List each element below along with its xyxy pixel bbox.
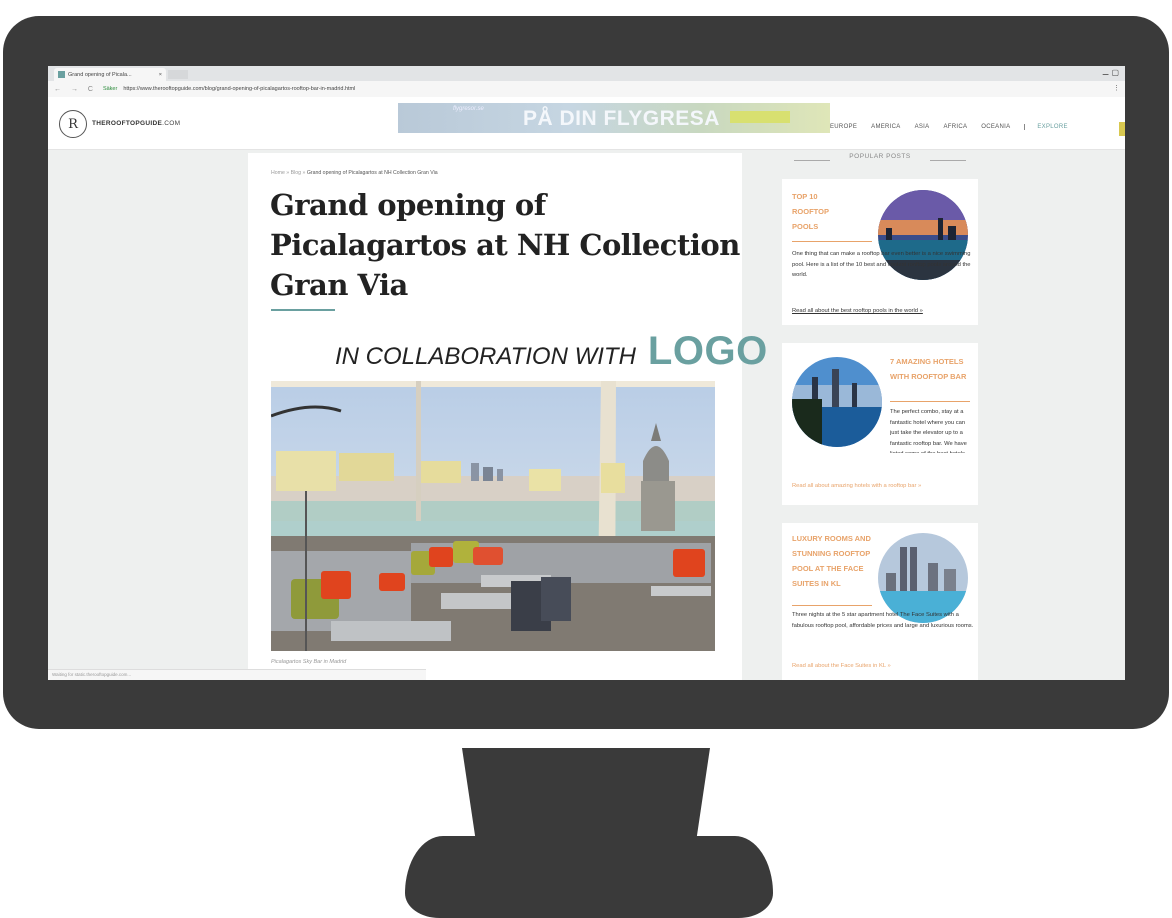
popular-post-card[interactable]: LUXURY ROOMS AND STUNNING ROOFTOP POOL A… [782, 523, 978, 680]
breadcrumb-current: Grand opening of Picalagartos at NH Coll… [306, 170, 438, 176]
rooftop-terrace-image [271, 381, 715, 651]
nav-europe[interactable]: EUROPE [830, 124, 857, 130]
popular-posts-heading: POPULAR POSTS [794, 153, 966, 167]
breadcrumb: Home » Blog » Grand opening of Picalagar… [271, 170, 438, 176]
monitor-stand-neck [462, 748, 710, 848]
nav-asia[interactable]: ASIA [915, 124, 930, 130]
ad-banner-text: PÅ DIN FLYGRESA [523, 107, 720, 130]
url-text[interactable]: https://www.therooftopguide.com/blog/gra… [123, 86, 355, 92]
ad-banner-sub: flygresor.se [453, 106, 484, 112]
ad-banner-button[interactable] [730, 111, 790, 123]
address-bar[interactable]: ← → C Säker https://www.therooftopguide.… [48, 81, 1125, 98]
post-excerpt: Three nights at the 5 star apartment hot… [792, 612, 974, 629]
browser-menu-icon[interactable]: ⋮ [1113, 84, 1120, 92]
nav-explore[interactable]: EXPLORE [1024, 124, 1068, 130]
breadcrumb-blog[interactable]: Blog [291, 170, 301, 176]
collaboration-text: IN COLLABORATION WITH [335, 343, 636, 370]
window-controls[interactable]: ⚊ ▢ [1102, 68, 1119, 77]
site-logo-text[interactable]: THEROOFTOPGUIDE.COM [92, 120, 180, 127]
post-title[interactable]: TOP 10 ROOFTOP POOLS [792, 189, 852, 234]
breadcrumb-home[interactable]: Home [271, 170, 285, 176]
post-thumbnail[interactable] [792, 357, 882, 447]
main-nav: EUROPE AMERICA ASIA AFRICA OCEANIA EXPLO… [830, 124, 1068, 130]
ad-banner[interactable]: flygresor.se PÅ DIN FLYGRESA [398, 103, 830, 133]
infinity-pool-image [792, 357, 882, 447]
post-excerpt: The perfect combo, stay at a fantastic h… [890, 409, 967, 453]
scroll-edge-tab[interactable] [1119, 122, 1125, 136]
read-more-link[interactable]: Read all about the best rooftop pools in… [792, 308, 923, 314]
photo-caption: Picalagartos Sky Bar in Madrid [271, 659, 347, 665]
nav-oceania[interactable]: OCEANIA [981, 124, 1010, 130]
site-logo-icon[interactable]: R [59, 110, 87, 138]
read-more-link[interactable]: Read all about amazing hotels with a roo… [792, 483, 921, 489]
collaboration-line: IN COLLABORATION WITH LOGO [335, 329, 775, 373]
nav-buttons[interactable]: ← → C [54, 86, 97, 93]
popular-post-card[interactable]: TOP 10 ROOFTOP POOLS One thing that can … [782, 179, 978, 325]
article-photo [271, 381, 715, 651]
nav-africa[interactable]: AFRICA [943, 124, 967, 130]
status-bar: Waiting for static.therooftopguide.com..… [48, 669, 426, 680]
monitor-stand-base [405, 836, 773, 918]
post-excerpt: One thing that can make a rooftop bar ev… [792, 251, 971, 278]
post-title[interactable]: 7 AMAZING HOTELS WITH ROOFTOP BAR [890, 354, 970, 384]
new-tab-button[interactable] [168, 70, 188, 79]
browser-tab[interactable]: Grand opening of Picala... × [54, 68, 166, 81]
screen: Grand opening of Picala... × ⚊ ▢ ← → C S… [48, 66, 1125, 680]
favicon-icon [58, 71, 65, 78]
article: Home » Blog » Grand opening of Picalagar… [248, 153, 767, 680]
tab-close-icon[interactable]: × [159, 72, 162, 78]
post-title[interactable]: LUXURY ROOMS AND STUNNING ROOFTOP POOL A… [792, 531, 874, 591]
browser-tab-bar: Grand opening of Picala... × ⚊ ▢ [48, 66, 1125, 81]
secure-label: Säker [102, 86, 118, 92]
post-title-rule [792, 241, 872, 242]
post-title-rule [890, 401, 970, 402]
site-header: R THEROOFTOPGUIDE.COM flygresor.se PÅ DI… [48, 97, 1125, 150]
tab-title: Grand opening of Picala... [68, 71, 132, 78]
partner-logo: LOGO [647, 329, 768, 373]
title-divider [271, 309, 335, 311]
nav-america[interactable]: AMERICA [871, 124, 900, 130]
read-more-link[interactable]: Read all about the Face Suites in KL » [792, 663, 891, 669]
popular-post-card[interactable]: 7 AMAZING HOTELS WITH ROOFTOP BAR The pe… [782, 343, 978, 505]
page-title: Grand opening of Picalagartos at NH Coll… [270, 188, 740, 302]
post-title-rule [792, 605, 872, 606]
